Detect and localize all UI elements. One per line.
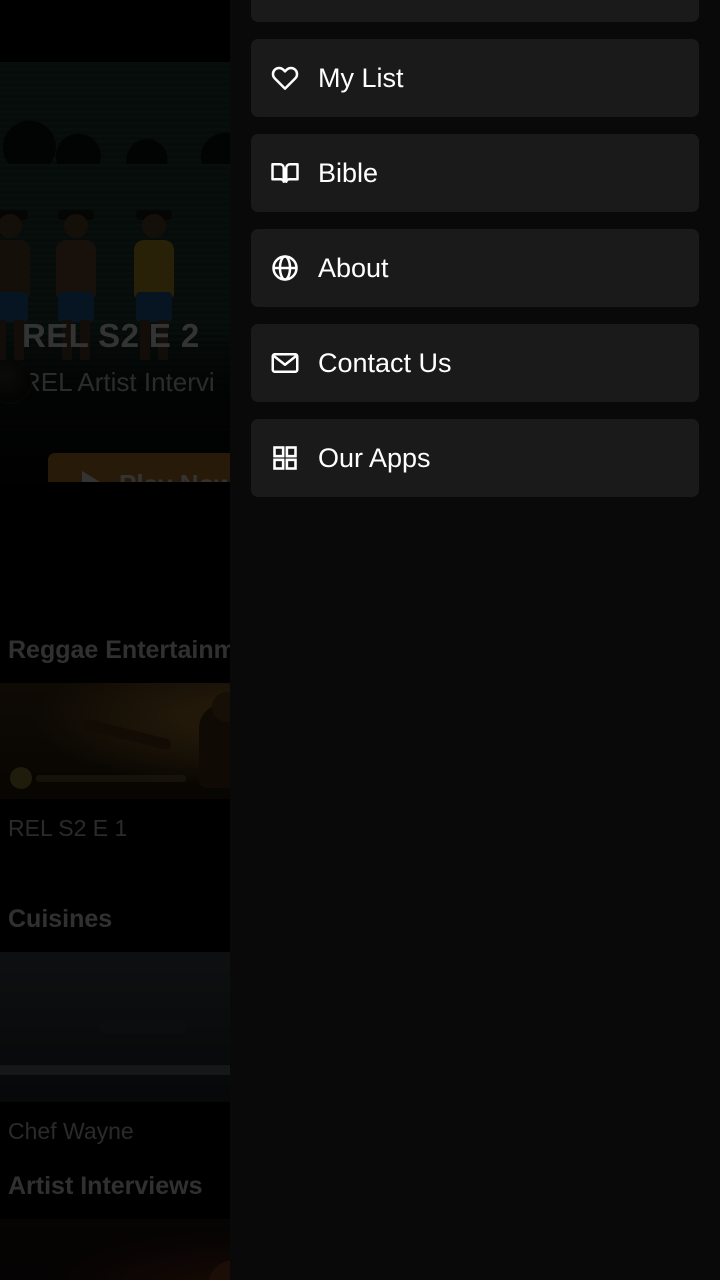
menu-item-my-list[interactable]: My List bbox=[251, 39, 699, 117]
hero-subtitle: REL Artist Intervi bbox=[22, 367, 215, 397]
heart-icon bbox=[270, 63, 300, 93]
globe-icon bbox=[270, 253, 300, 283]
drawer-menu-list: Search My List Bible bbox=[251, 0, 699, 497]
menu-item-label: Contact Us bbox=[318, 347, 452, 378]
book-icon bbox=[270, 158, 300, 188]
play-triangle-icon bbox=[82, 470, 105, 482]
menu-item-label: Our Apps bbox=[318, 442, 431, 473]
menu-item-label: About bbox=[318, 252, 389, 283]
envelope-icon bbox=[270, 348, 300, 378]
play-now-label: Play Now bbox=[119, 469, 235, 482]
app-root: REL S2 E 2 REL Artist Intervi Play Now R… bbox=[0, 0, 720, 1280]
menu-item-label: Bible bbox=[318, 157, 379, 188]
menu-item-our-apps[interactable]: Our Apps bbox=[251, 419, 699, 497]
menu-item-about[interactable]: About bbox=[251, 229, 699, 307]
grid-icon bbox=[270, 443, 300, 473]
menu-item-search[interactable]: Search bbox=[251, 0, 699, 22]
menu-item-label: My List bbox=[318, 62, 404, 93]
navigation-drawer: Search My List Bible bbox=[230, 0, 720, 1280]
menu-item-contact-us[interactable]: Contact Us bbox=[251, 324, 699, 402]
menu-item-bible[interactable]: Bible bbox=[251, 134, 699, 212]
